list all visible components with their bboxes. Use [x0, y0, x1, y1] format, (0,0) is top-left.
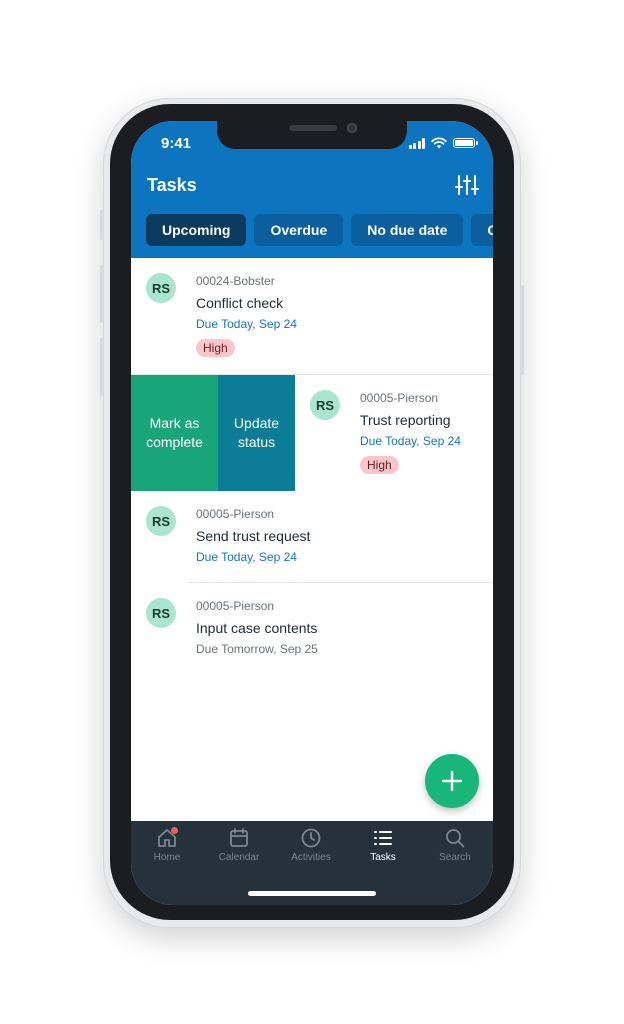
notification-dot	[171, 827, 178, 834]
bottom-nav: Home Calendar Activities Tasks Search	[131, 821, 493, 905]
signal-icon	[408, 137, 425, 149]
avatar: RS	[146, 506, 176, 536]
page-title: Tasks	[147, 175, 197, 195]
battery-icon	[453, 138, 478, 148]
front-camera	[347, 123, 357, 133]
task-case: 00024-Bobster	[196, 274, 275, 288]
task-case: 00005-Pierson	[196, 507, 275, 521]
task-row[interactable]: RS 00005-Pierson Input case contents Due…	[131, 583, 493, 675]
priority-badge: High	[360, 456, 399, 474]
plus-icon	[441, 770, 463, 792]
nav-tasks[interactable]: Tasks	[347, 821, 419, 871]
task-title: Send trust request	[196, 528, 311, 544]
avatar: RS	[310, 390, 340, 420]
task-title: Conflict check	[196, 295, 284, 311]
task-case: 00005-Pierson	[360, 391, 439, 405]
tab-more[interactable]: C	[471, 214, 493, 246]
power-button	[520, 285, 524, 375]
clock-icon	[301, 828, 321, 848]
task-title: Trust reporting	[360, 412, 451, 428]
nav-label: Home	[153, 852, 181, 863]
task-case: 00005-Pierson	[196, 599, 275, 613]
task-row[interactable]: RS 00024-Bobster Conflict check Due Toda…	[131, 258, 493, 375]
task-due: Due Tomorrow, Sep 25	[196, 642, 318, 656]
volume-up-button	[100, 265, 104, 323]
update-status-button[interactable]: Update status	[218, 375, 295, 491]
app-screen: 9:41 Tasks Upcoming Overdue No due date	[131, 121, 493, 905]
search-icon	[446, 829, 465, 848]
add-task-button[interactable]	[425, 754, 479, 808]
tab-no-due-date[interactable]: No due date	[351, 214, 464, 246]
task-row-swiped[interactable]: Mark as complete Update status RS 00005-…	[131, 375, 493, 492]
speaker-grille	[289, 125, 337, 131]
priority-badge: High	[196, 339, 235, 357]
nav-calendar[interactable]: Calendar	[203, 821, 275, 871]
task-due: Due Today, Sep 24	[196, 317, 297, 331]
nav-label: Calendar	[218, 852, 260, 863]
mute-switch	[100, 210, 104, 240]
status-icons	[408, 137, 478, 149]
nav-activities[interactable]: Activities	[275, 821, 347, 871]
sliders-icon[interactable]	[455, 173, 479, 197]
phone-notch	[217, 121, 407, 149]
filter-tabs: Upcoming Overdue No due date C	[146, 214, 493, 246]
nav-search[interactable]: Search	[419, 821, 491, 871]
swipe-actions: Mark as complete Update status	[131, 375, 295, 491]
mark-complete-button[interactable]: Mark as complete	[131, 375, 218, 491]
list-icon	[374, 831, 392, 845]
nav-label: Search	[439, 852, 471, 863]
nav-label: Activities	[291, 852, 331, 863]
volume-down-button	[100, 338, 104, 396]
home-indicator[interactable]	[248, 891, 376, 896]
task-due: Due Today, Sep 24	[360, 434, 461, 448]
wifi-icon	[431, 137, 447, 149]
task-due: Due Today, Sep 24	[196, 550, 297, 564]
tab-upcoming[interactable]: Upcoming	[146, 214, 247, 246]
avatar: RS	[146, 598, 176, 628]
tab-overdue[interactable]: Overdue	[254, 214, 344, 246]
status-time: 9:41	[161, 135, 192, 152]
calendar-icon	[230, 828, 248, 847]
task-row[interactable]: RS 00005-Pierson Send trust request Due …	[131, 491, 493, 583]
avatar: RS	[146, 273, 176, 303]
nav-home[interactable]: Home	[131, 821, 203, 871]
task-title: Input case contents	[196, 620, 318, 636]
task-list: RS 00024-Bobster Conflict check Due Toda…	[131, 258, 493, 675]
nav-label: Tasks	[370, 852, 396, 863]
